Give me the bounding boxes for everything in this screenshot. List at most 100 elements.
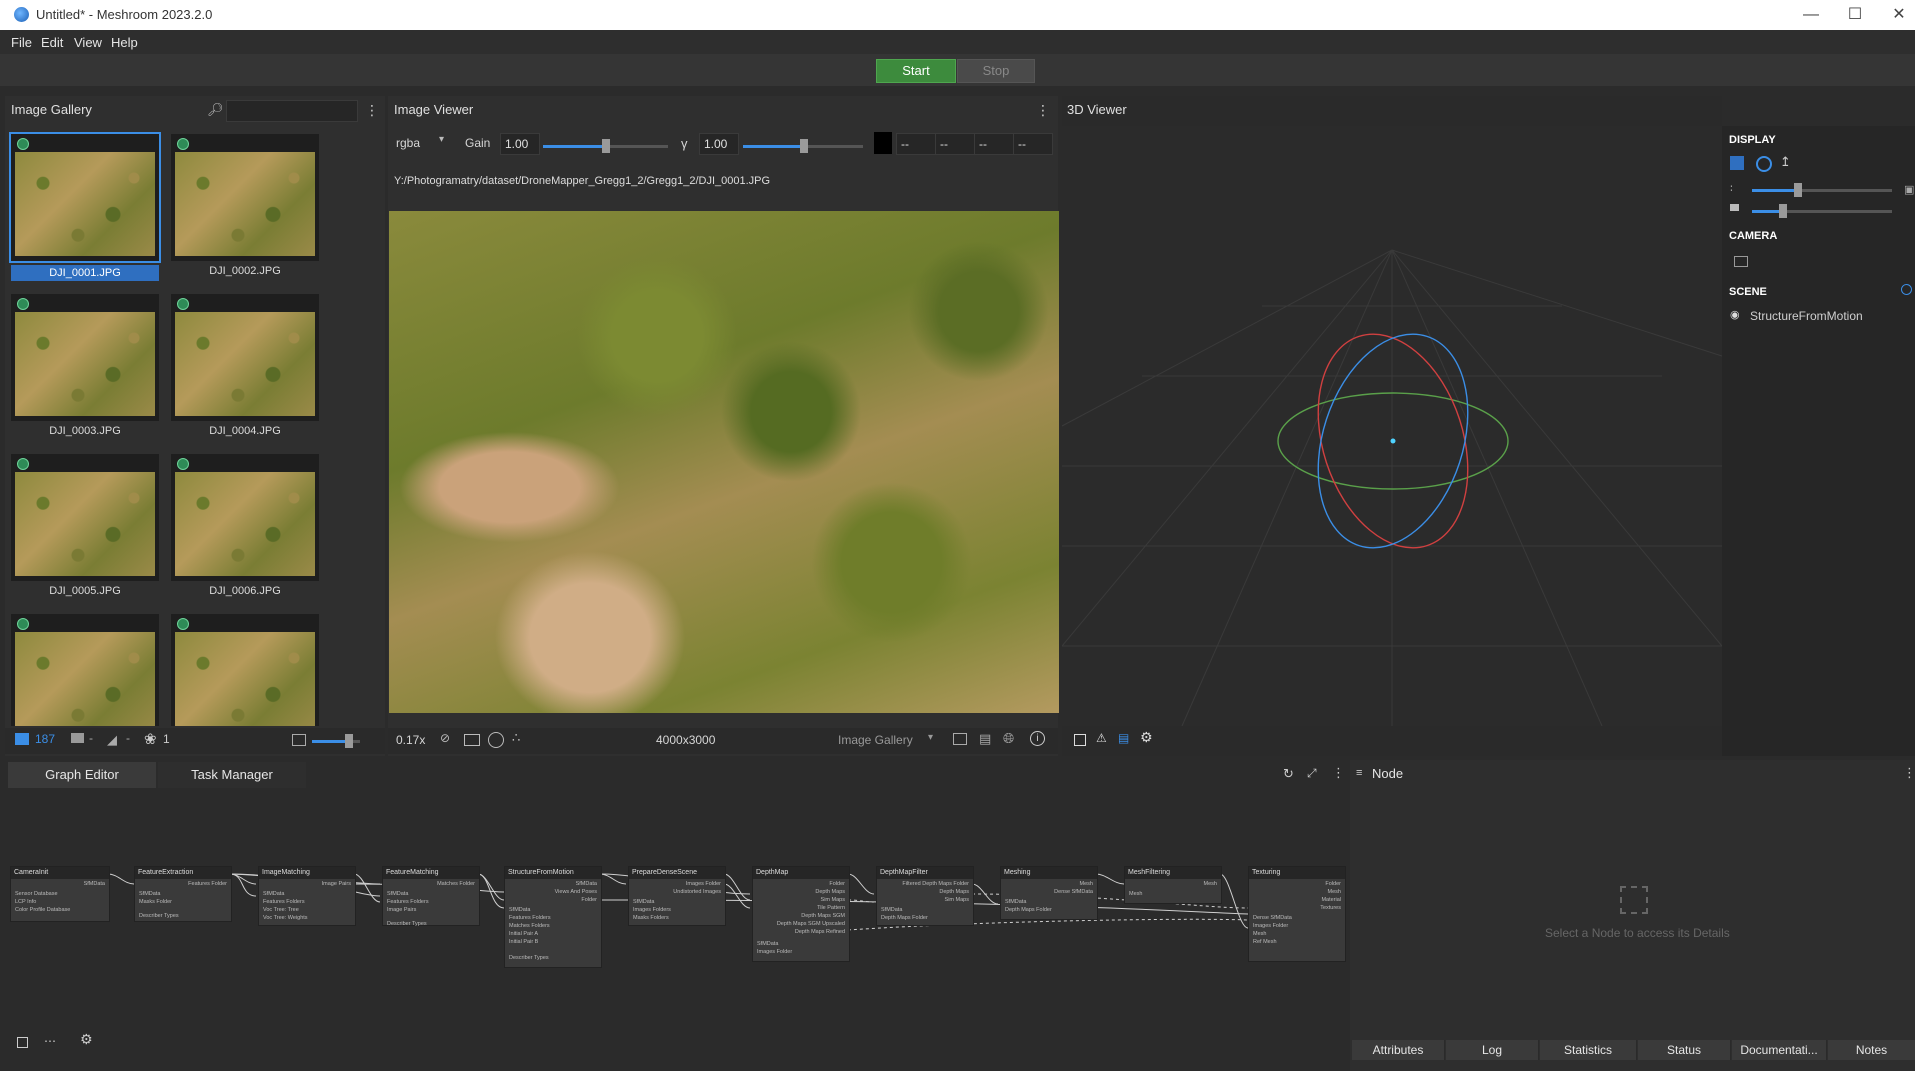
gallery-thumb[interactable] bbox=[11, 614, 159, 726]
split-view-icon[interactable] bbox=[953, 733, 967, 745]
color-field-g: -- bbox=[935, 133, 975, 155]
meshroom-app-icon bbox=[14, 7, 29, 22]
gallery-thumb[interactable]: DJI_0001.JPG bbox=[9, 132, 161, 282]
collapse-icon[interactable]: ⤢ bbox=[1307, 766, 1317, 781]
images-icon[interactable] bbox=[15, 733, 29, 745]
start-button[interactable]: Start bbox=[876, 59, 956, 83]
gain-field[interactable]: 1.00 bbox=[500, 133, 540, 155]
camera-icon[interactable] bbox=[1734, 256, 1748, 267]
chevron-down-icon[interactable]: ▾ bbox=[439, 134, 444, 145]
globe-icon[interactable]: 🌐︎ bbox=[1003, 730, 1014, 747]
settings-icon[interactable]: ⚙︎ bbox=[80, 1031, 93, 1048]
status-dot-icon bbox=[17, 458, 29, 470]
frame-icon[interactable] bbox=[464, 734, 480, 746]
node-meshing[interactable]: Meshing Mesh Dense SfMData SfMData Depth… bbox=[1000, 866, 1098, 920]
chevron-down-icon[interactable]: ▾ bbox=[928, 732, 933, 743]
3d-viewer-footer: ⚠︎ ▤ ⚙︎ bbox=[1062, 728, 1722, 754]
camera-track-icon[interactable]: ↥ bbox=[1780, 154, 1791, 170]
points-icon[interactable]: ∴ bbox=[512, 730, 520, 746]
camera-scale-slider[interactable] bbox=[1779, 204, 1787, 218]
node-panel-icon: ≡ bbox=[1356, 767, 1363, 779]
gamma-label: γ bbox=[681, 136, 688, 151]
tab-documentation[interactable]: Documentati... bbox=[1732, 1040, 1827, 1060]
camera-icon[interactable] bbox=[71, 733, 84, 743]
image-viewer-footer: 0.17x ⊘ ∴ 4000x3000 Image Gallery ▾ ▤ 🌐︎… bbox=[388, 728, 1058, 754]
menu-help[interactable]: Help bbox=[111, 35, 138, 50]
thumbnail-size-slider[interactable] bbox=[345, 734, 353, 748]
gallery-thumb[interactable]: DJI_0003.JPG bbox=[11, 294, 159, 442]
maximize-button[interactable]: ☐ bbox=[1832, 0, 1878, 30]
node-preparedensescene[interactable]: PrepareDenseScene Images Folder Undistor… bbox=[628, 866, 726, 926]
scene-info-icon[interactable] bbox=[1901, 284, 1912, 295]
graph-menu-icon[interactable]: ⋮ bbox=[1332, 765, 1345, 781]
histogram-icon[interactable]: ▤ bbox=[979, 731, 991, 747]
eye-icon[interactable]: ◉ bbox=[1730, 308, 1740, 321]
node-featurematching[interactable]: FeatureMatching Matches Folder SfMData F… bbox=[382, 866, 480, 927]
fit-icon[interactable]: ▣ bbox=[1904, 183, 1914, 196]
info-icon[interactable]: i bbox=[1030, 731, 1045, 746]
grid-toggle-icon[interactable]: ▤ bbox=[1118, 731, 1129, 745]
stop-button[interactable]: Stop bbox=[957, 59, 1035, 83]
node-imagematching[interactable]: ImageMatching Image Pairs SfMData Featur… bbox=[258, 866, 356, 926]
gallery-thumb[interactable] bbox=[171, 614, 319, 726]
thumb-image bbox=[15, 152, 155, 256]
gallery-search-input[interactable] bbox=[226, 100, 358, 122]
gallery-title: Image Gallery bbox=[11, 102, 92, 117]
node-panel-menu-icon[interactable]: ⋮ bbox=[1903, 765, 1915, 781]
bounding-box-icon[interactable] bbox=[1074, 734, 1086, 746]
image-source-select[interactable]: Image Gallery bbox=[838, 733, 913, 747]
refresh-icon[interactable]: ↻ bbox=[1283, 766, 1294, 782]
node-featureextraction[interactable]: FeatureExtraction Features Folder SfMDat… bbox=[134, 866, 232, 922]
gain-slider[interactable] bbox=[602, 139, 610, 153]
node-meshfiltering[interactable]: MeshFiltering Mesh Mesh bbox=[1124, 866, 1222, 904]
gizmo-icon[interactable] bbox=[1756, 156, 1772, 172]
gallery-thumb[interactable]: DJI_0006.JPG bbox=[171, 454, 319, 602]
menu-view[interactable]: View bbox=[74, 35, 102, 50]
tab-notes[interactable]: Notes bbox=[1828, 1040, 1915, 1060]
fit-view-icon[interactable] bbox=[17, 1037, 28, 1048]
warning-icon[interactable]: ⚠︎ bbox=[1096, 731, 1107, 745]
gallery-thumb[interactable]: DJI_0002.JPG bbox=[171, 134, 319, 282]
close-button[interactable]: ✕ bbox=[1876, 0, 1915, 30]
3d-viewer-title: 3D Viewer bbox=[1067, 102, 1127, 117]
image-viewer-title: Image Viewer bbox=[394, 102, 474, 117]
search-icon: 🔎︎ bbox=[207, 102, 224, 117]
node-camerainit[interactable]: CameraInit SfMData Sensor Database LCP I… bbox=[10, 866, 110, 922]
scene-item[interactable]: StructureFromMotion bbox=[1750, 309, 1863, 323]
tab-status[interactable]: Status bbox=[1638, 1040, 1731, 1060]
image-path: Y:/Photogramatry/dataset/DroneMapper_Gre… bbox=[394, 175, 771, 187]
menu-file[interactable]: File bbox=[11, 35, 32, 50]
minimize-button[interactable]: — bbox=[1788, 0, 1834, 30]
thumb-image bbox=[15, 312, 155, 416]
viewed-image[interactable] bbox=[389, 211, 1059, 713]
node-depthmap[interactable]: DepthMap Folder Depth Maps Sim Maps Tile… bbox=[752, 866, 850, 962]
point-size-slider[interactable] bbox=[1794, 183, 1802, 197]
more-icon[interactable]: ⋯ bbox=[44, 1034, 56, 1048]
tab-graph-editor[interactable]: Graph Editor bbox=[8, 762, 156, 788]
hdr-icon[interactable]: ⊘ bbox=[440, 731, 450, 745]
node-structurefrommotion[interactable]: StructureFromMotion SfMData Views And Po… bbox=[504, 866, 602, 968]
intrinsics-icon[interactable]: ◢ bbox=[107, 732, 117, 748]
status-dot-icon bbox=[177, 618, 189, 630]
3d-viewer-sidepanel: DISPLAY ↥ ∶ ▣ CAMERA SCENE ◉ StructureFr… bbox=[1722, 126, 1915, 756]
gallery-thumb[interactable]: DJI_0005.JPG bbox=[11, 454, 159, 602]
gamma-field[interactable]: 1.00 bbox=[699, 133, 739, 155]
tab-log[interactable]: Log bbox=[1446, 1040, 1539, 1060]
tab-statistics[interactable]: Statistics bbox=[1540, 1040, 1637, 1060]
thumb-caption: DJI_0004.JPG bbox=[209, 425, 281, 437]
3d-viewport[interactable] bbox=[1062, 126, 1722, 726]
sphere-icon[interactable] bbox=[488, 732, 504, 748]
settings-icon[interactable]: ⚙︎ bbox=[1140, 729, 1153, 746]
gamma-slider[interactable] bbox=[800, 139, 808, 153]
tab-task-manager[interactable]: Task Manager bbox=[158, 762, 306, 788]
tab-attributes[interactable]: Attributes bbox=[1352, 1040, 1445, 1060]
node-depthmapfilter[interactable]: DepthMapFilter Filtered Depth Maps Folde… bbox=[876, 866, 974, 926]
gallery-thumb[interactable]: DJI_0004.JPG bbox=[171, 294, 319, 442]
channel-select[interactable]: rgba bbox=[396, 136, 420, 150]
image-viewer-menu-icon[interactable]: ⋮ bbox=[1036, 100, 1050, 120]
grid-icon[interactable] bbox=[1730, 156, 1744, 170]
gallery-menu-icon[interactable]: ⋮ bbox=[365, 100, 379, 120]
node-texturing[interactable]: Texturing Folder Mesh Material Textures … bbox=[1248, 866, 1346, 962]
menu-edit[interactable]: Edit bbox=[41, 35, 63, 50]
aperture-icon[interactable]: ❀ bbox=[144, 730, 157, 748]
